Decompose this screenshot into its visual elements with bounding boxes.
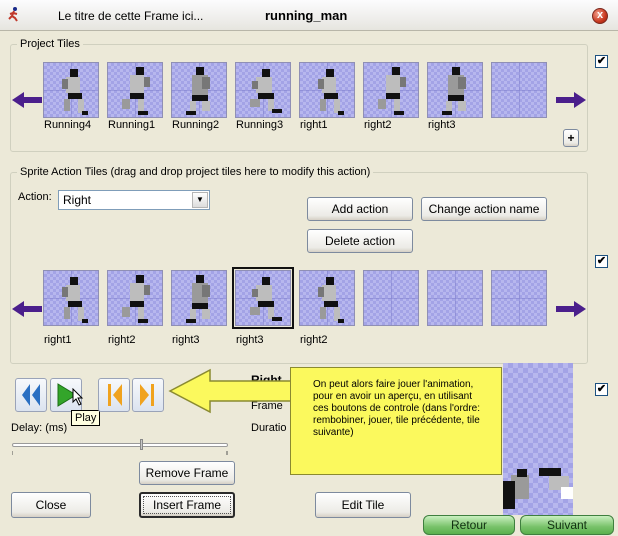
add-action-label: Add action bbox=[331, 202, 389, 216]
action-scroll-right-arrow-icon[interactable] bbox=[556, 299, 586, 319]
action-tiles-tile[interactable] bbox=[107, 270, 163, 326]
project-tiles-tile[interactable] bbox=[299, 62, 355, 118]
action-tiles-checkbox[interactable]: ✔ bbox=[595, 255, 608, 268]
project-tiles-tile[interactable] bbox=[363, 62, 419, 118]
delete-action-label: Delete action bbox=[324, 234, 396, 248]
delay-slider-track[interactable] bbox=[12, 443, 228, 447]
action-tiles-tile[interactable] bbox=[232, 267, 294, 329]
project-tiles-tile-label: Running1 bbox=[108, 119, 156, 131]
duration-label: Duratio bbox=[251, 422, 287, 434]
project-tiles-tile[interactable] bbox=[235, 62, 291, 118]
callout-pointer-arrow bbox=[168, 368, 293, 414]
action-tiles-tile[interactable] bbox=[171, 270, 227, 326]
insert-frame-label: Insert Frame bbox=[152, 498, 221, 512]
action-tiles-tile-label: right2 bbox=[300, 334, 328, 346]
project-tiles-tile[interactable] bbox=[107, 62, 163, 118]
scroll-left-arrow-icon[interactable] bbox=[12, 90, 42, 110]
chevron-down-icon[interactable]: ▼ bbox=[192, 192, 208, 208]
details-checkbox[interactable]: ✔ bbox=[595, 383, 608, 396]
remove-frame-label: Remove Frame bbox=[145, 466, 229, 480]
previous-tile-button[interactable] bbox=[98, 378, 130, 412]
action-tiles-tile[interactable] bbox=[43, 270, 99, 326]
runner-sprite-preview-image bbox=[503, 468, 573, 509]
insert-frame-button[interactable]: Insert Frame bbox=[139, 492, 235, 518]
window-subtitle: Le titre de cette Frame ici... bbox=[58, 9, 204, 23]
rewind-icon bbox=[22, 384, 40, 406]
action-select[interactable]: Right ▼ bbox=[58, 190, 210, 210]
close-button[interactable]: Close bbox=[11, 492, 91, 518]
edit-tile-button[interactable]: Edit Tile bbox=[315, 492, 411, 518]
project-tiles-tile[interactable] bbox=[43, 62, 99, 118]
action-tiles-tile[interactable] bbox=[299, 270, 355, 326]
change-action-name-label: Change action name bbox=[428, 202, 540, 216]
action-label: Action: bbox=[18, 191, 52, 203]
add-tile-label: + bbox=[567, 131, 575, 145]
remove-frame-button[interactable]: Remove Frame bbox=[139, 461, 235, 485]
action-tiles-tile[interactable] bbox=[363, 270, 419, 326]
action-tiles-label: Sprite Action Tiles (drag and drop proje… bbox=[17, 166, 374, 178]
action-tiles-tile-label: right1 bbox=[44, 334, 72, 346]
project-tiles-tile-label: Running2 bbox=[172, 119, 220, 131]
next-button[interactable]: Suivant bbox=[520, 515, 614, 535]
next-tile-button[interactable] bbox=[132, 378, 164, 412]
project-tiles-label: Project Tiles bbox=[17, 38, 83, 50]
delete-action-button[interactable]: Delete action bbox=[307, 229, 413, 253]
edit-tile-label: Edit Tile bbox=[341, 498, 385, 512]
delay-slider-thumb[interactable] bbox=[140, 439, 143, 450]
delay-label: Delay: (ms) bbox=[11, 422, 68, 434]
window-title: running_man bbox=[265, 8, 348, 23]
rewind-button[interactable] bbox=[15, 378, 47, 412]
title-bar: Le titre de cette Frame ici... running_m… bbox=[0, 0, 618, 31]
action-tiles-tile[interactable] bbox=[491, 270, 547, 326]
project-tiles-tile[interactable] bbox=[171, 62, 227, 118]
next-tile-icon bbox=[140, 384, 154, 406]
action-scroll-left-arrow-icon[interactable] bbox=[12, 299, 42, 319]
project-tiles-tile-label: right2 bbox=[364, 119, 392, 131]
mouse-cursor-icon bbox=[72, 388, 84, 406]
project-tiles-tile[interactable] bbox=[427, 62, 483, 118]
action-tiles-tile-label: right2 bbox=[108, 334, 136, 346]
sprite-preview bbox=[503, 363, 573, 515]
project-tiles-tile[interactable] bbox=[491, 62, 547, 118]
action-tiles-tile-label: right3 bbox=[236, 334, 264, 346]
delay-slider-ticks bbox=[12, 451, 228, 455]
add-action-button[interactable]: Add action bbox=[307, 197, 413, 221]
action-select-value: Right bbox=[63, 193, 92, 207]
play-tooltip: Play bbox=[71, 410, 101, 426]
add-tile-button[interactable]: + bbox=[563, 129, 579, 147]
project-tiles-tile-label: right1 bbox=[300, 119, 328, 131]
back-button[interactable]: Retour bbox=[423, 515, 515, 535]
scroll-right-arrow-icon[interactable] bbox=[556, 90, 586, 110]
project-tiles-tile-label: Running4 bbox=[44, 119, 92, 131]
running-man-icon bbox=[8, 7, 18, 22]
project-tiles-checkbox[interactable]: ✔ bbox=[595, 55, 608, 68]
change-action-name-button[interactable]: Change action name bbox=[421, 197, 547, 221]
project-tiles-tile-label: Running3 bbox=[236, 119, 284, 131]
action-tiles-tile[interactable] bbox=[427, 270, 483, 326]
project-tiles-tile-label: right3 bbox=[428, 119, 456, 131]
action-tiles-tile-label: right3 bbox=[172, 334, 200, 346]
previous-tile-icon bbox=[108, 384, 122, 406]
callout-text: On peut alors faire jouer l'animation, p… bbox=[313, 379, 481, 438]
close-window-button[interactable]: x bbox=[592, 8, 608, 24]
tutorial-callout: On peut alors faire jouer l'animation, p… bbox=[290, 367, 502, 475]
close-label: Close bbox=[35, 498, 67, 512]
